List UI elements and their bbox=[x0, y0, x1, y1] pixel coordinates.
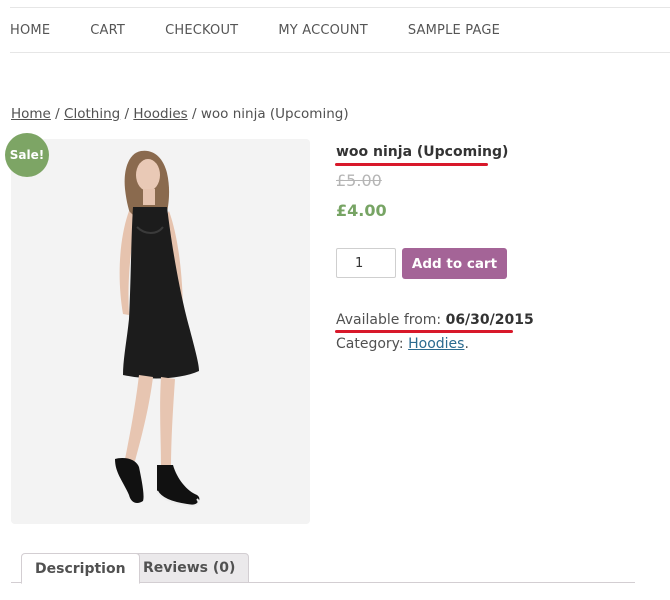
nav-home[interactable]: HOME bbox=[10, 23, 50, 38]
category-link-hoodies[interactable]: Hoodies bbox=[408, 336, 464, 352]
nav-sample-page[interactable]: SAMPLE PAGE bbox=[408, 23, 500, 38]
regular-price: £5.00 bbox=[336, 171, 382, 190]
breadcrumb-separator: / bbox=[124, 106, 130, 122]
breadcrumb: Home / Clothing / Hoodies / woo ninja (U… bbox=[11, 106, 349, 122]
title-highlight-underline bbox=[335, 163, 488, 166]
main-navigation: HOME CART CHECKOUT MY ACCOUNT SAMPLE PAG… bbox=[10, 8, 670, 53]
breadcrumb-hoodies[interactable]: Hoodies bbox=[133, 106, 187, 122]
breadcrumb-home[interactable]: Home bbox=[11, 106, 51, 122]
nav-checkout[interactable]: CHECKOUT bbox=[165, 23, 238, 38]
product-summary: woo ninja (Upcoming) £5.00 £4.00 Add to … bbox=[335, 140, 656, 352]
tab-description[interactable]: Description bbox=[21, 553, 140, 584]
add-to-cart-button[interactable]: Add to cart bbox=[402, 248, 507, 279]
quantity-input[interactable] bbox=[336, 248, 396, 278]
breadcrumb-separator: / bbox=[55, 106, 60, 122]
breadcrumb-current: woo ninja (Upcoming) bbox=[200, 106, 349, 122]
nav-my-account[interactable]: MY ACCOUNT bbox=[278, 23, 368, 38]
product-image[interactable] bbox=[11, 139, 310, 524]
category-label: Category: bbox=[336, 336, 404, 352]
availability-date: 06/30/2015 bbox=[445, 312, 534, 328]
nav-cart[interactable]: CART bbox=[90, 23, 125, 38]
sale-badge: Sale! bbox=[5, 133, 49, 177]
category-period: . bbox=[464, 336, 469, 352]
availability-highlight-underline bbox=[335, 330, 513, 333]
sale-price: £4.00 bbox=[336, 201, 387, 220]
availability-label: Available from: bbox=[336, 312, 442, 328]
breadcrumb-clothing[interactable]: Clothing bbox=[64, 106, 120, 122]
product-category: Category: Hoodies. bbox=[336, 336, 469, 352]
model-in-black-dress-image bbox=[11, 139, 310, 524]
breadcrumb-separator: / bbox=[192, 106, 197, 122]
tab-reviews[interactable]: Reviews (0) bbox=[129, 553, 250, 583]
product-title: woo ninja (Upcoming) bbox=[336, 144, 509, 160]
availability-info: Available from: 06/30/2015 bbox=[336, 312, 534, 328]
